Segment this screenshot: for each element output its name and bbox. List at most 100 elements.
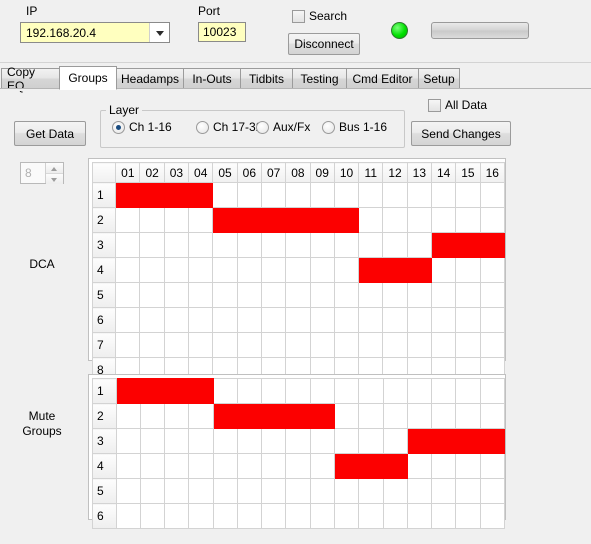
grid-cell-dca-2-04[interactable]: [188, 207, 214, 233]
grid-cell-dca-5-08[interactable]: [285, 282, 311, 308]
grid-cell-dca-7-10[interactable]: [333, 332, 360, 358]
grid-cell-dca-6-04[interactable]: [188, 307, 214, 333]
grid-cell-dca-3-08[interactable]: [285, 232, 311, 258]
grid-cell-mute-2-08[interactable]: [285, 403, 311, 429]
grid-cell-mute-6-04[interactable]: [188, 503, 214, 529]
grid-cell-mute-6-15[interactable]: [455, 503, 481, 529]
grid-cell-mute-3-13[interactable]: [406, 428, 433, 454]
grid-cell-dca-6-07[interactable]: [260, 307, 287, 333]
grid-cell-mute-5-15[interactable]: [455, 478, 481, 504]
tab-copy-eq[interactable]: Copy EQ: [1, 65, 60, 93]
grid-cell-dca-3-12[interactable]: [382, 232, 408, 258]
grid-cell-mute-1-05[interactable]: [212, 378, 238, 404]
grid-cell-mute-6-08[interactable]: [285, 503, 311, 529]
grid-cell-dca-2-10[interactable]: [333, 207, 360, 233]
grid-cell-dca-2-06[interactable]: [236, 207, 262, 233]
layer-radio-ch-1-16[interactable]: Ch 1-16: [112, 120, 172, 134]
grid-cell-mute-4-06[interactable]: [236, 453, 263, 479]
grid-cell-mute-1-11[interactable]: [358, 378, 384, 404]
send-changes-button[interactable]: Send Changes: [411, 121, 511, 146]
grid-cell-mute-4-05[interactable]: [212, 453, 238, 479]
grid-cell-dca-4-02[interactable]: [139, 257, 165, 283]
grid-cell-dca-7-09[interactable]: [309, 332, 335, 358]
grid-cell-dca-2-15[interactable]: [455, 207, 481, 233]
tab-tidbits[interactable]: Tidbits: [240, 68, 293, 89]
grid-cell-dca-1-06[interactable]: [236, 182, 262, 208]
grid-cell-dca-3-03[interactable]: [163, 232, 190, 258]
grid-cell-mute-5-13[interactable]: [406, 478, 433, 504]
grid-cell-mute-6-12[interactable]: [382, 503, 408, 529]
grid-cell-mute-2-06[interactable]: [236, 403, 263, 429]
grid-cell-dca-3-01[interactable]: [115, 232, 141, 258]
grid-cell-dca-3-02[interactable]: [139, 232, 165, 258]
grid-cell-dca-2-05[interactable]: [212, 207, 238, 233]
spinner-down-button[interactable]: [46, 174, 63, 184]
grid-cell-dca-7-11[interactable]: [358, 332, 384, 358]
grid-cell-dca-5-07[interactable]: [260, 282, 287, 308]
grid-cell-dca-1-10[interactable]: [333, 182, 360, 208]
grid-cell-mute-3-01[interactable]: [115, 428, 141, 454]
grid-cell-dca-5-16[interactable]: [479, 282, 506, 308]
grid-cell-mute-5-06[interactable]: [236, 478, 263, 504]
grid-cell-mute-1-04[interactable]: [188, 378, 214, 404]
grid-cell-mute-2-14[interactable]: [431, 403, 457, 429]
grid-cell-mute-5-10[interactable]: [334, 478, 360, 504]
tab-testing[interactable]: Testing: [292, 68, 347, 89]
grid-cell-mute-1-14[interactable]: [431, 378, 457, 404]
grid-cell-dca-3-16[interactable]: [479, 232, 506, 258]
port-input[interactable]: 10023: [198, 22, 246, 42]
grid-cell-mute-6-14[interactable]: [431, 503, 457, 529]
grid-cell-mute-1-16[interactable]: [479, 378, 506, 404]
grid-cell-dca-2-09[interactable]: [309, 207, 335, 233]
grid-cell-mute-2-03[interactable]: [164, 403, 190, 429]
grid-cell-dca-7-01[interactable]: [115, 332, 141, 358]
grid-cell-dca-7-06[interactable]: [236, 332, 262, 358]
grid-cell-dca-2-02[interactable]: [139, 207, 165, 233]
tab-headamps[interactable]: Headamps: [116, 68, 184, 89]
grid-cell-dca-1-07[interactable]: [260, 182, 287, 208]
grid-cell-mute-2-10[interactable]: [334, 403, 360, 429]
grid-cell-mute-3-12[interactable]: [382, 428, 408, 454]
grid-cell-dca-6-12[interactable]: [382, 307, 408, 333]
grid-cell-dca-7-14[interactable]: [430, 332, 457, 358]
grid-cell-mute-5-11[interactable]: [358, 478, 384, 504]
grid-cell-dca-6-05[interactable]: [212, 307, 238, 333]
grid-cell-mute-4-01[interactable]: [115, 453, 141, 479]
grid-cell-dca-6-15[interactable]: [455, 307, 481, 333]
grid-cell-mute-4-04[interactable]: [188, 453, 214, 479]
grid-cell-mute-1-01[interactable]: [115, 378, 141, 404]
ip-dropdown-button[interactable]: [149, 23, 169, 42]
grid-cell-dca-4-05[interactable]: [212, 257, 238, 283]
spinner-up-button[interactable]: [46, 163, 63, 174]
grid-cell-dca-7-15[interactable]: [455, 332, 481, 358]
grid-cell-dca-1-12[interactable]: [382, 182, 408, 208]
grid-cell-mute-5-05[interactable]: [212, 478, 238, 504]
grid-cell-dca-2-01[interactable]: [115, 207, 141, 233]
grid-cell-dca-4-14[interactable]: [430, 257, 457, 283]
grid-cell-dca-3-04[interactable]: [188, 232, 214, 258]
grid-cell-dca-4-12[interactable]: [382, 257, 408, 283]
grid-cell-dca-2-16[interactable]: [479, 207, 506, 233]
get-data-button[interactable]: Get Data: [14, 121, 86, 146]
tab-setup[interactable]: Setup: [418, 68, 460, 89]
grid-cell-mute-6-13[interactable]: [406, 503, 433, 529]
grid-cell-dca-5-03[interactable]: [163, 282, 190, 308]
grid-cell-mute-3-08[interactable]: [285, 428, 311, 454]
grid-cell-dca-2-03[interactable]: [163, 207, 190, 233]
ip-combobox[interactable]: 192.168.20.4: [20, 22, 170, 43]
tab-groups[interactable]: Groups: [59, 66, 117, 90]
grid-cell-dca-3-09[interactable]: [309, 232, 335, 258]
grid-cell-dca-4-08[interactable]: [285, 257, 311, 283]
grid-cell-dca-2-13[interactable]: [406, 207, 432, 233]
grid-cell-dca-3-13[interactable]: [406, 232, 432, 258]
grid-cell-mute-5-14[interactable]: [431, 478, 457, 504]
grid-cell-mute-3-15[interactable]: [455, 428, 481, 454]
grid-cell-dca-5-10[interactable]: [333, 282, 360, 308]
grid-cell-dca-4-09[interactable]: [309, 257, 335, 283]
grid-cell-mute-2-09[interactable]: [309, 403, 336, 429]
grid-cell-dca-3-15[interactable]: [455, 232, 481, 258]
grid-cell-dca-6-01[interactable]: [115, 307, 141, 333]
grid-cell-dca-3-10[interactable]: [333, 232, 360, 258]
grid-cell-mute-1-08[interactable]: [285, 378, 311, 404]
grid-cell-dca-1-04[interactable]: [188, 182, 214, 208]
